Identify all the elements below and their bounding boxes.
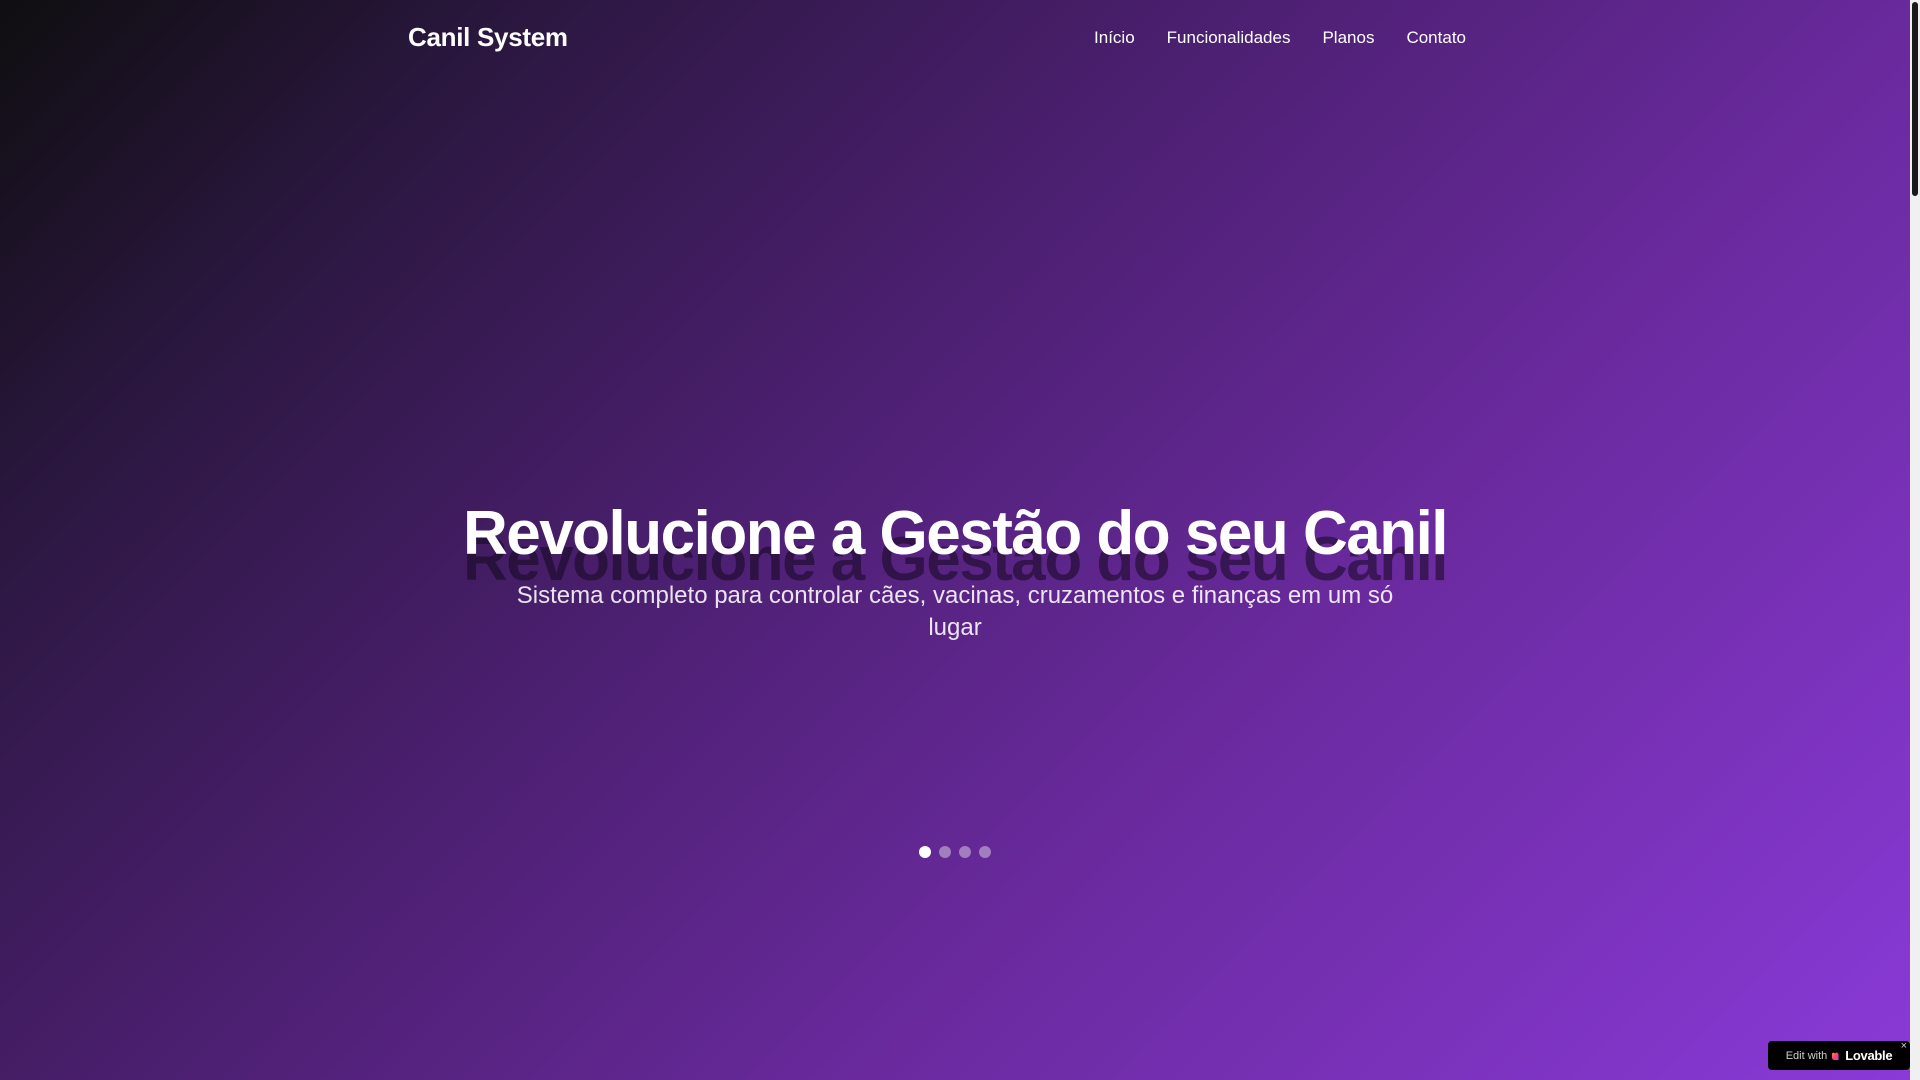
hero-title: Revolucione a Gestão do seu Canil xyxy=(462,499,1449,568)
nav-link-inicio[interactable]: Início xyxy=(1094,28,1135,48)
nav-link-funcionalidades[interactable]: Funcionalidades xyxy=(1167,28,1291,48)
nav-link-planos[interactable]: Planos xyxy=(1322,28,1374,48)
badge-edit-label: Edit with xyxy=(1785,1049,1828,1062)
edit-with-lovable-badge[interactable]: Edit with Lovable × xyxy=(1768,1040,1910,1070)
top-navigation-bar: Canil System Início Funcionalidades Plan… xyxy=(0,0,1910,80)
hero-section: Revolucione a Gestão do seu Canil Revolu… xyxy=(0,499,1910,644)
landing-page: Canil System Início Funcionalidades Plan… xyxy=(0,0,1920,1080)
carousel-dot-1[interactable] xyxy=(919,846,931,858)
carousel-dot-4[interactable] xyxy=(979,846,991,858)
badge-brand-label: Lovable xyxy=(1845,1048,1893,1063)
vertical-scrollbar[interactable] xyxy=(1910,0,1920,1080)
scrollbar-thumb[interactable] xyxy=(1912,2,1918,196)
hero-title-wrapper: Revolucione a Gestão do seu Canil Revolu… xyxy=(462,499,1449,593)
carousel-dot-2[interactable] xyxy=(939,846,951,858)
badge-close-button[interactable]: × xyxy=(1901,1040,1907,1052)
nav-link-contato[interactable]: Contato xyxy=(1406,28,1466,48)
main-nav: Início Funcionalidades Planos Contato xyxy=(1094,28,1466,48)
carousel-indicators xyxy=(0,846,1910,858)
heart-icon xyxy=(1832,1052,1839,1060)
carousel-dot-3[interactable] xyxy=(959,846,971,858)
brand-logo-text[interactable]: Canil System xyxy=(408,22,568,53)
